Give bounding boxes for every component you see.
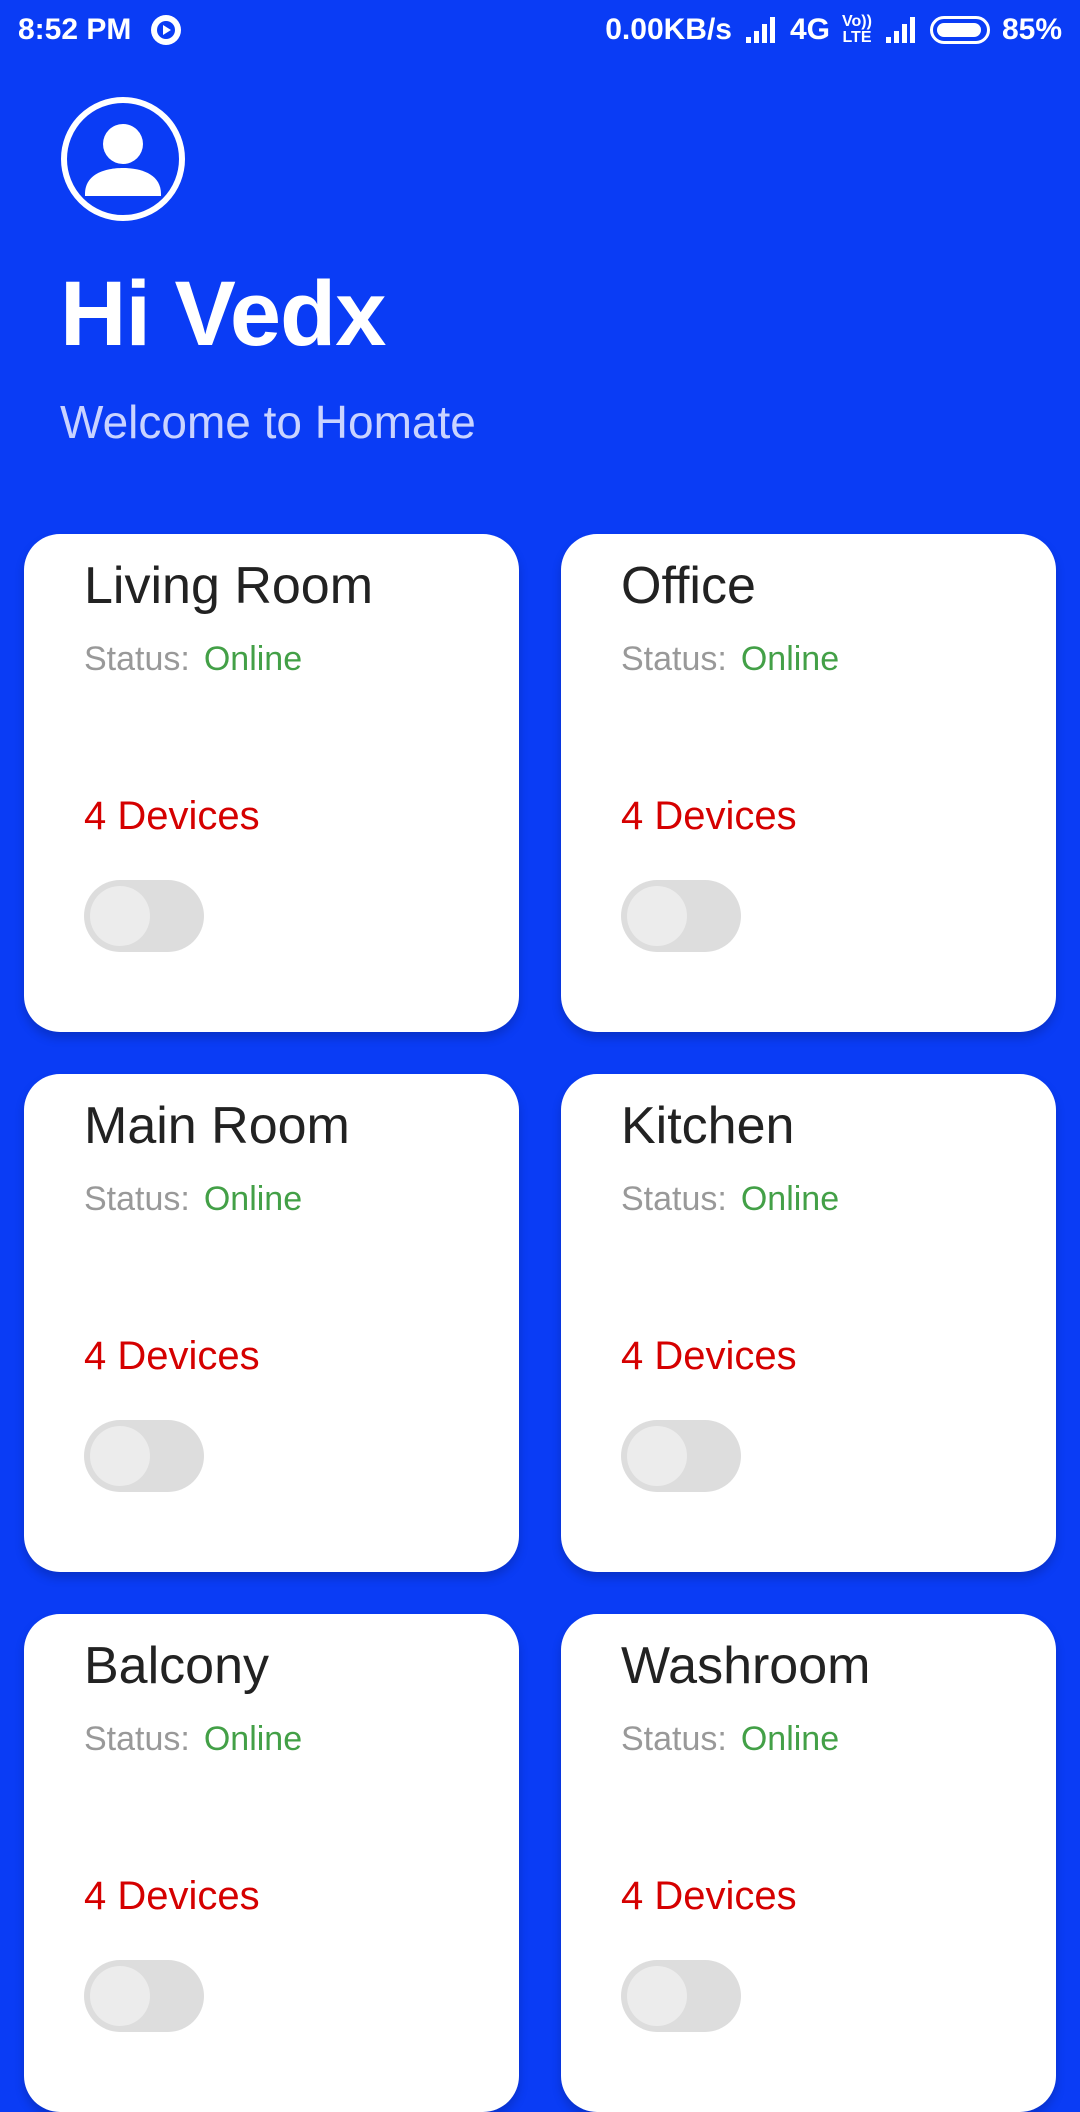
room-power-toggle[interactable] — [84, 880, 204, 952]
room-power-toggle[interactable] — [84, 1960, 204, 2032]
status-label: Status: — [84, 1720, 190, 1758]
room-card-office[interactable]: Office Status: Online 4 Devices — [561, 534, 1056, 1032]
welcome-subtitle: Welcome to Homate — [60, 396, 476, 448]
signal-icon — [746, 17, 775, 43]
status-row: Status: Online — [621, 1720, 839, 1759]
device-count: 4 Devices — [84, 794, 260, 838]
room-power-toggle[interactable] — [621, 1420, 741, 1492]
status-bar-left: 8:52 PM — [18, 13, 183, 47]
volte-top: Vo)) — [842, 13, 872, 30]
status-bar: 8:52 PM 0.00KB/s 4G Vo)) LTE 85% — [0, 0, 1080, 60]
status-label: Status: — [84, 1180, 190, 1218]
status-value: Online — [740, 1720, 840, 1758]
room-card-main-room[interactable]: Main Room Status: Online 4 Devices — [24, 1074, 519, 1572]
device-count: 4 Devices — [621, 794, 797, 838]
status-value: Online — [203, 1180, 303, 1218]
room-card-living-room[interactable]: Living Room Status: Online 4 Devices — [24, 534, 519, 1032]
device-count: 4 Devices — [621, 1334, 797, 1378]
status-label: Status: — [621, 640, 727, 678]
toggle-knob — [90, 886, 150, 946]
room-name: Main Room — [84, 1097, 350, 1155]
toggle-knob — [90, 1966, 150, 2026]
battery-level: 85% — [1001, 13, 1062, 46]
signal-icon — [885, 17, 915, 43]
network-type: 4G — [790, 13, 831, 46]
volte-bottom: LTE — [842, 29, 872, 46]
room-name: Living Room — [84, 557, 374, 615]
toggle-knob — [90, 1426, 150, 1486]
device-count: 4 Devices — [84, 1874, 260, 1918]
room-power-toggle[interactable] — [621, 880, 741, 952]
account-circle-icon — [61, 97, 185, 221]
room-card-washroom[interactable]: Washroom Status: Online 4 Devices — [561, 1614, 1056, 2112]
status-row: Status: Online — [84, 1720, 302, 1759]
status-row: Status: Online — [84, 1180, 302, 1219]
status-value: Online — [203, 640, 303, 678]
status-value: Online — [203, 1720, 303, 1758]
status-label: Status: — [621, 1180, 727, 1218]
room-name: Balcony — [84, 1637, 269, 1695]
status-label: Status: — [84, 640, 190, 678]
room-power-toggle[interactable] — [84, 1420, 204, 1492]
status-bar-right: 0.00KB/s 4G Vo)) LTE 85% — [605, 13, 1062, 47]
room-card-balcony[interactable]: Balcony Status: Online 4 Devices — [24, 1614, 519, 2112]
room-name: Kitchen — [621, 1097, 795, 1155]
play-circle-icon — [151, 15, 182, 45]
volte-indicator: Vo)) LTE — [842, 14, 872, 46]
room-card-kitchen[interactable]: Kitchen Status: Online 4 Devices — [561, 1074, 1056, 1572]
clock: 8:52 PM — [18, 13, 132, 46]
status-row: Status: Online — [621, 1180, 839, 1219]
toggle-knob — [627, 886, 687, 946]
status-value: Online — [740, 1180, 840, 1218]
status-label: Status: — [621, 1720, 727, 1758]
device-count: 4 Devices — [84, 1334, 260, 1378]
network-speed: 0.00KB/s — [605, 13, 732, 46]
toggle-knob — [627, 1426, 687, 1486]
room-name: Washroom — [621, 1637, 871, 1695]
room-name: Office — [621, 557, 756, 615]
toggle-knob — [627, 1966, 687, 2026]
status-value: Online — [740, 640, 840, 678]
device-count: 4 Devices — [621, 1874, 797, 1918]
greeting-title: Hi Vedx — [60, 263, 386, 365]
room-power-toggle[interactable] — [621, 1960, 741, 2032]
battery-icon — [929, 16, 990, 44]
status-row: Status: Online — [621, 640, 839, 679]
status-row: Status: Online — [84, 640, 302, 679]
avatar[interactable] — [60, 96, 186, 222]
rooms-grid: Living Room Status: Online 4 Devices Off… — [24, 534, 1056, 2112]
